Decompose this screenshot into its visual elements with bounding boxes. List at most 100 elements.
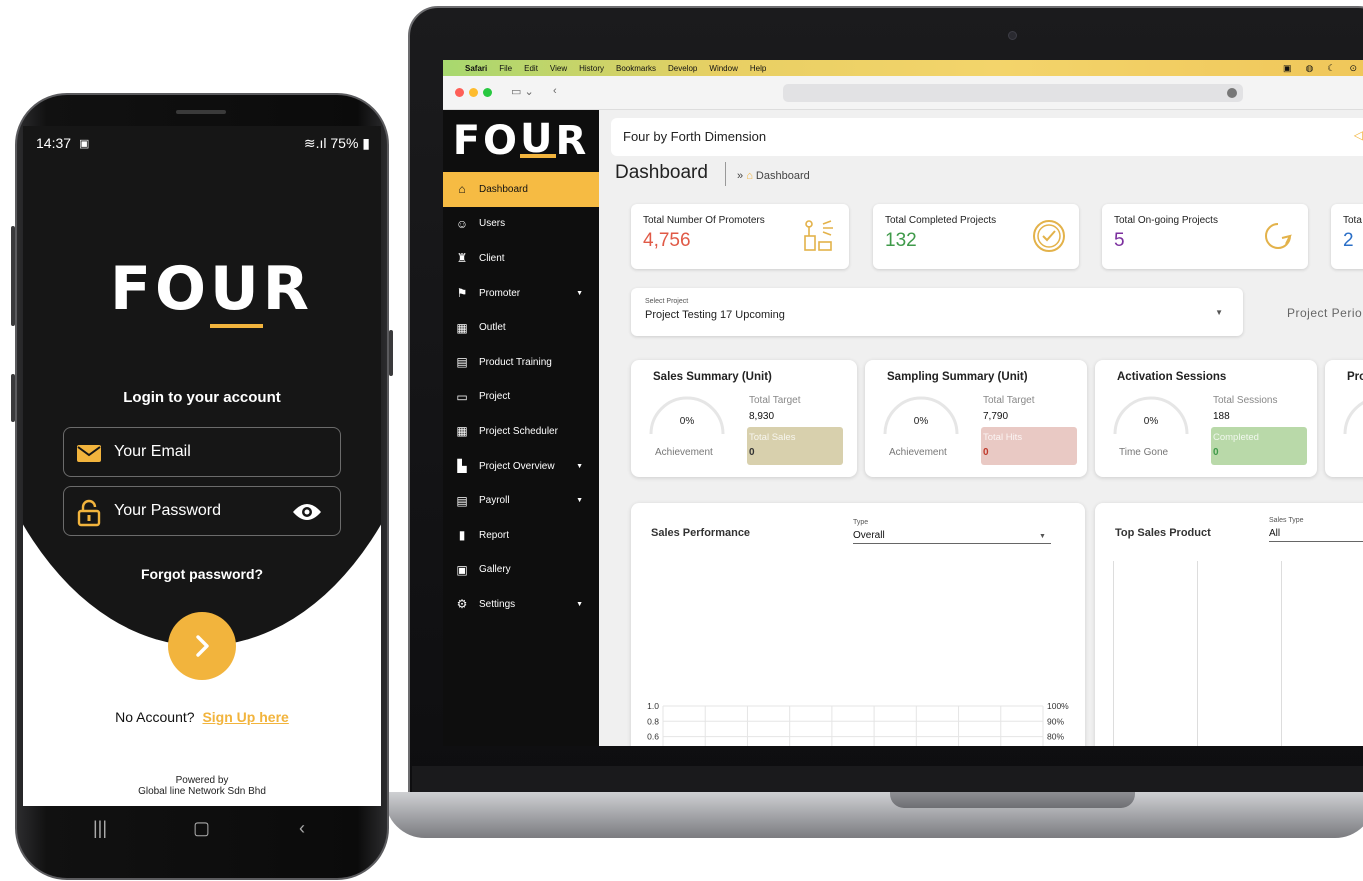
report-icon: ▮ bbox=[458, 528, 466, 543]
menu-history[interactable]: History bbox=[579, 64, 604, 73]
sidebar-item-promoter[interactable]: ⚑ Promoter ▼ bbox=[443, 276, 599, 311]
gauge: 0% bbox=[647, 394, 727, 438]
calendar-icon: ▦ bbox=[456, 424, 468, 439]
sidebar-toggle-icon[interactable]: ▭ ⌄ bbox=[511, 85, 534, 98]
eye-icon[interactable] bbox=[292, 502, 322, 527]
menu-safari[interactable]: Safari bbox=[465, 64, 487, 73]
sidebar-item-project-overview[interactable]: ▙ Project Overview ▼ bbox=[443, 449, 599, 484]
chevron-right-icon bbox=[196, 635, 209, 657]
image-icon: ▣ bbox=[79, 137, 90, 150]
org-title: Four by Forth Dimension bbox=[623, 129, 767, 144]
megaphone-icon[interactable]: ◁ bbox=[1354, 128, 1363, 142]
phone-status-bar: 14:37 ▣ ≋.ıl 75% ▮ bbox=[24, 128, 380, 158]
grid-line bbox=[1113, 561, 1114, 746]
sidebar-item-project[interactable]: ▭ Project bbox=[443, 380, 599, 415]
recent-apps-icon[interactable]: ||| bbox=[93, 818, 107, 839]
overview-icon: ▙ bbox=[457, 459, 467, 474]
address-bar[interactable] bbox=[783, 84, 1243, 102]
project-select[interactable]: Select Project Project Testing 17 Upcomi… bbox=[631, 288, 1243, 336]
status-app-icon[interactable]: ▣ bbox=[1283, 63, 1292, 74]
phone-speaker bbox=[176, 110, 226, 114]
sidebar-item-label: Gallery bbox=[479, 564, 511, 576]
menu-window[interactable]: Window bbox=[709, 64, 737, 73]
sidebar-item-label: Promoter bbox=[479, 287, 521, 299]
sidebar-item-report[interactable]: ▮ Report bbox=[443, 518, 599, 553]
gauge bbox=[1341, 394, 1363, 438]
home-button-icon[interactable]: ▢ bbox=[193, 818, 210, 839]
sidebar-item-dashboard[interactable]: ⌂ Dashboard bbox=[443, 172, 599, 207]
sidebar-item-payroll[interactable]: ▤ Payroll ▼ bbox=[443, 483, 599, 518]
menu-edit[interactable]: Edit bbox=[524, 64, 538, 73]
client-icon: ♜ bbox=[456, 251, 468, 266]
forgot-password-link[interactable]: Forgot password? bbox=[23, 566, 381, 582]
promoter-stand-icon bbox=[801, 218, 837, 254]
sidebar-item-label: Report bbox=[479, 529, 510, 541]
back-nav-icon[interactable]: ‹ bbox=[299, 818, 305, 839]
gauge-percent: 0% bbox=[913, 416, 929, 427]
mail-icon bbox=[76, 440, 102, 471]
sidebar-item-product-training[interactable]: ▤ Product Training bbox=[443, 345, 599, 380]
sidebar-item-gallery[interactable]: ▣ Gallery bbox=[443, 553, 599, 588]
menu-file[interactable]: File bbox=[499, 64, 512, 73]
breadcrumb-separator: » bbox=[737, 170, 744, 182]
y-tick-label-left: 0.8 bbox=[647, 716, 659, 726]
zoom-window-button[interactable] bbox=[483, 88, 492, 97]
sidebar-nav: ⌂ Dashboard ☺ Users ♜ Client ⚑ Promoter ▼ ▦ Outlet… bbox=[443, 172, 599, 622]
y-tick-label-left: 1.0 bbox=[647, 701, 659, 711]
email-field[interactable]: Your Email bbox=[63, 427, 341, 477]
y-tick-label-right: 90% bbox=[1047, 716, 1064, 726]
stat-card-completed: Total Completed Projects 132 bbox=[873, 204, 1079, 269]
menu-help[interactable]: Help bbox=[750, 64, 766, 73]
laptop-base bbox=[385, 792, 1363, 838]
menu-view[interactable]: View bbox=[550, 64, 567, 73]
menu-develop[interactable]: Develop bbox=[668, 64, 697, 73]
gallery-icon: ▣ bbox=[456, 562, 468, 577]
box-value: 0 bbox=[983, 447, 989, 458]
gauge: 0% bbox=[1111, 394, 1191, 438]
summary-card-sampling: Sampling Summary (Unit) 0% Achievement T… bbox=[865, 360, 1087, 477]
gauge-caption: Time Gone bbox=[1119, 447, 1169, 458]
target-value: 188 bbox=[1213, 411, 1230, 422]
sidebar-item-settings[interactable]: ⚙ Settings ▼ bbox=[443, 587, 599, 622]
minimize-window-button[interactable] bbox=[469, 88, 478, 97]
sales-type-select[interactable]: All bbox=[1269, 528, 1363, 542]
settings-icon: ⚙ bbox=[456, 597, 468, 612]
home-icon[interactable]: ⌂ bbox=[746, 170, 753, 182]
summary-title: Pro bbox=[1347, 371, 1363, 383]
play-icon[interactable]: ⊙ bbox=[1349, 63, 1357, 74]
phone-bixby-button bbox=[11, 374, 15, 422]
status-cc-icon[interactable]: ◍ bbox=[1306, 63, 1314, 74]
box-value: 0 bbox=[749, 447, 755, 458]
app-sidebar: FO U R ⌂ Dashboard ☺ Users ♜ Client ⚑ Promoter ▼ ▦ O… bbox=[443, 110, 599, 746]
summary-title: Sales Summary (Unit) bbox=[653, 371, 772, 383]
moon-icon[interactable]: ☾ bbox=[1327, 63, 1335, 74]
y-tick-label-right: 100% bbox=[1047, 701, 1069, 711]
phone-logo: FOUR bbox=[110, 254, 313, 328]
sidebar-item-users[interactable]: ☺ Users bbox=[443, 207, 599, 242]
sidebar-item-project-scheduler[interactable]: ▦ Project Scheduler bbox=[443, 414, 599, 449]
close-window-button[interactable] bbox=[455, 88, 464, 97]
safari-toolbar: ▭ ⌄ ‹ bbox=[443, 76, 1363, 110]
summary-card-activation: Activation Sessions 0% Time Gone Total S… bbox=[1095, 360, 1317, 477]
breadcrumb-label[interactable]: Dashboard bbox=[756, 170, 810, 182]
powered-by-line2: Global line Network Sdn Bhd bbox=[138, 786, 266, 797]
summary-title: Activation Sessions bbox=[1117, 371, 1227, 383]
sidebar-item-label: Payroll bbox=[479, 495, 510, 507]
summary-box: Completed 0 bbox=[1211, 427, 1307, 465]
sidebar-item-label: Client bbox=[479, 252, 505, 264]
back-icon[interactable]: ‹ bbox=[553, 85, 557, 97]
password-field[interactable]: Your Password bbox=[63, 486, 341, 536]
y-tick-label-right: 80% bbox=[1047, 732, 1064, 742]
signup-link[interactable]: Sign Up here bbox=[202, 709, 288, 725]
project-select-value: Project Testing 17 Upcoming bbox=[645, 309, 785, 321]
signup-row: No Account? Sign Up here bbox=[23, 709, 381, 725]
summary-card-sales: Sales Summary (Unit) 0% Achievement Tota… bbox=[631, 360, 857, 477]
sidebar-item-client[interactable]: ♜ Client bbox=[443, 241, 599, 276]
page-title: Dashboard bbox=[615, 162, 708, 183]
gauge-caption: Achievement bbox=[889, 447, 947, 458]
gauge-caption: Achievement bbox=[655, 447, 713, 458]
login-submit-button[interactable] bbox=[168, 612, 236, 680]
sidebar-item-label: Dashboard bbox=[479, 183, 528, 195]
menu-bookmarks[interactable]: Bookmarks bbox=[616, 64, 656, 73]
sidebar-item-outlet[interactable]: ▦ Outlet bbox=[443, 310, 599, 345]
